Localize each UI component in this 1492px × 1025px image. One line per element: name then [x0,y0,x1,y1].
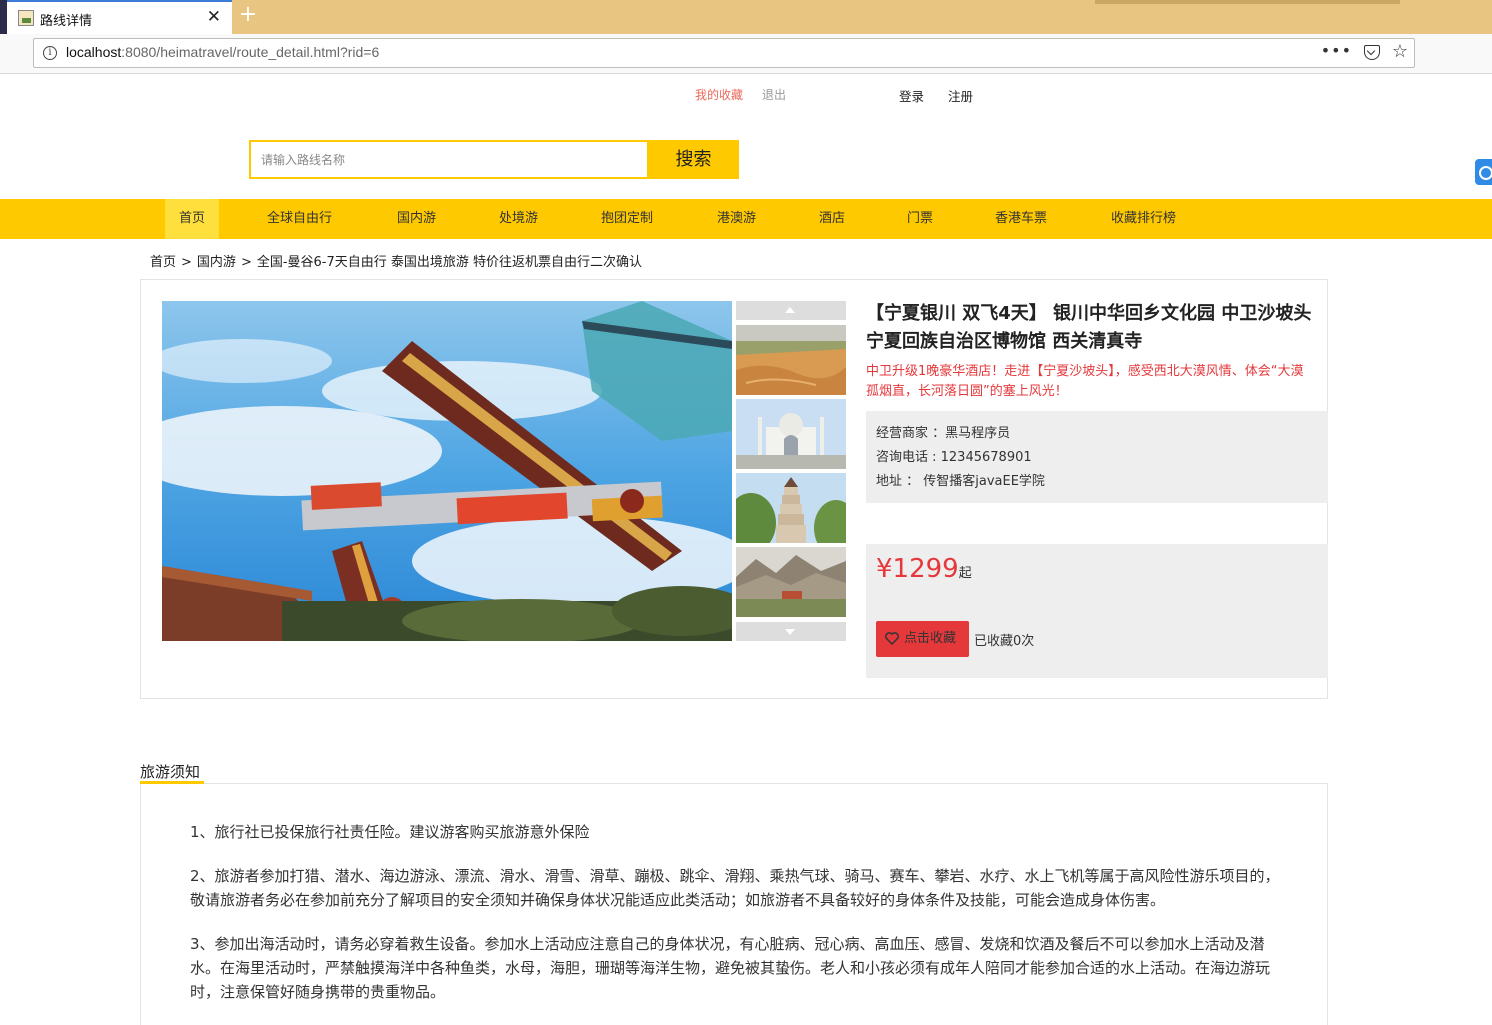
breadcrumb-current: 全国-曼谷6-7天自由行 泰国出境旅游 特价往返机票自由行二次确认 [256,255,643,270]
route-intro: 中卫升级1晚豪华酒店！走进【宁夏沙坡头】，感受西北大漠风情、体会“大漠孤烟直，长… [866,364,1304,399]
url-text[interactable]: localhost:8080/heimatravel/route_detail.… [66,44,379,60]
favorite-count: 已收藏0次 [974,634,1035,649]
heart-icon [885,632,899,645]
browser-tab-bar: 路线详情 ✕ + [0,0,1492,34]
seller-info: 经营商家 ：黑马程序员 咨询电话 : 12345678901 地址 ： 传智播客… [866,411,1328,503]
register-link[interactable]: 注册 [948,86,973,105]
price-value: ¥1299 [876,554,959,584]
browser-navbar: i localhost:8080/heimatravel/route_detai… [0,34,1492,74]
thumbnail-scroll-down-icon[interactable] [736,622,846,641]
price-panel: ¥1299起 点击收藏 已收藏0次 [866,544,1328,678]
pocket-icon[interactable] [1364,45,1380,60]
new-tab-icon[interactable]: + [237,4,259,26]
breadcrumb-home[interactable]: 首页 [150,255,176,270]
nav-hotel[interactable]: 酒店 [819,199,845,239]
thumbnail-desert[interactable] [736,325,846,395]
bookmark-star-icon[interactable]: ☆ [1392,41,1408,62]
thumbnail-pagoda[interactable] [736,473,846,543]
nav-home[interactable]: 首页 [165,199,220,239]
thumbnail-mountains[interactable] [736,547,846,617]
my-favorites-link[interactable]: 我的收藏 [695,86,743,103]
url-host: localhost [66,44,122,60]
thumbnail-strip [736,301,846,641]
breadcrumb-separator: > [181,255,192,270]
page-actions-icon[interactable]: ••• [1321,41,1352,60]
route-title: 【宁夏银川 双飞4天】 银川中华回乡文化园 中卫沙坡头 宁夏回族自治区博物馆 西… [866,303,1312,352]
travel-notice-panel: 1、旅行社已投保旅行社责任险。建议游客购买旅游意外保险 2、旅游者参加打猎、潜水… [140,783,1328,1025]
nav-hk-bus-tickets[interactable]: 香港车票 [995,199,1047,239]
thumbnail-scroll-up-icon[interactable] [736,301,846,320]
site-info-icon[interactable]: i [43,46,57,60]
main-nav: 首页 全球自由行 国内游 处境游 抱团定制 港澳游 酒店 门票 香港车票 收藏排… [0,199,1492,239]
logout-link[interactable]: 退出 [762,86,786,103]
seller-name: 经营商家 ：黑马程序员 [876,426,1011,441]
nav-group-custom[interactable]: 抱团定制 [601,199,653,239]
close-tab-icon[interactable]: ✕ [207,8,221,26]
route-detail-panel: 【宁夏银川 双飞4天】 银川中华回乡文化园 中卫沙坡头 宁夏回族自治区博物馆 西… [140,279,1328,699]
seller-address: 地址 ： 传智播客javaEE学院 [876,474,1045,489]
nav-outbound[interactable]: 处境游 [499,199,538,239]
breadcrumb: 首页 > 国内游 > 全国-曼谷6-7天自由行 泰国出境旅游 特价往返机票自由行二次确认 [150,251,642,270]
route-search-input[interactable] [249,140,649,179]
login-link[interactable]: 登录 [899,86,924,105]
travel-notice-text: 1、旅行社已投保旅行社责任险。建议游客购买旅游意外保险 2、旅游者参加打猎、潜水… [190,820,1280,1024]
nav-hk-macau[interactable]: 港澳游 [717,199,756,239]
notice-paragraph: 1、旅行社已投保旅行社责任险。建议游客购买旅游意外保险 [190,823,590,841]
notice-paragraph: 3、参加出海活动时，请务必穿着救生设备。参加水上活动应注意自己的身体状况，有心脏… [190,935,1271,1001]
seller-phone: 咨询电话 : 12345678901 [876,450,1032,465]
add-favorite-button[interactable]: 点击收藏 [876,621,969,657]
breadcrumb-domestic[interactable]: 国内游 [197,255,236,270]
search-button[interactable]: 搜索 [648,140,739,179]
address-bar[interactable]: i localhost:8080/heimatravel/route_detai… [33,38,1415,68]
route-price: ¥1299起 [876,554,972,584]
url-path: :8080/heimatravel/route_detail.html?rid=… [121,44,380,60]
tab-title: 路线详情 [40,14,93,29]
nav-domestic[interactable]: 国内游 [397,199,436,239]
nav-tickets[interactable]: 门票 [907,199,933,239]
tab-strip-shadow [1095,0,1400,4]
window-edge [0,0,7,34]
main-route-photo [162,301,732,641]
price-suffix: 起 [958,566,972,581]
browser-tab[interactable]: 路线详情 ✕ [7,0,232,34]
page-favicon-icon [18,10,34,26]
breadcrumb-separator: > [240,255,252,270]
thumbnail-mosque[interactable] [736,399,846,469]
add-favorite-label: 点击收藏 [904,631,957,646]
notice-heading-underline [140,781,204,784]
side-extension-icon[interactable] [1475,159,1492,185]
nav-favorites-ranking[interactable]: 收藏排行榜 [1111,199,1176,239]
notice-paragraph: 2、旅游者参加打猎、潜水、海边游泳、漂流、滑水、滑雪、滑草、蹦极、跳伞、滑翔、乘… [190,867,1280,909]
nav-global-free-travel[interactable]: 全球自由行 [267,199,332,239]
